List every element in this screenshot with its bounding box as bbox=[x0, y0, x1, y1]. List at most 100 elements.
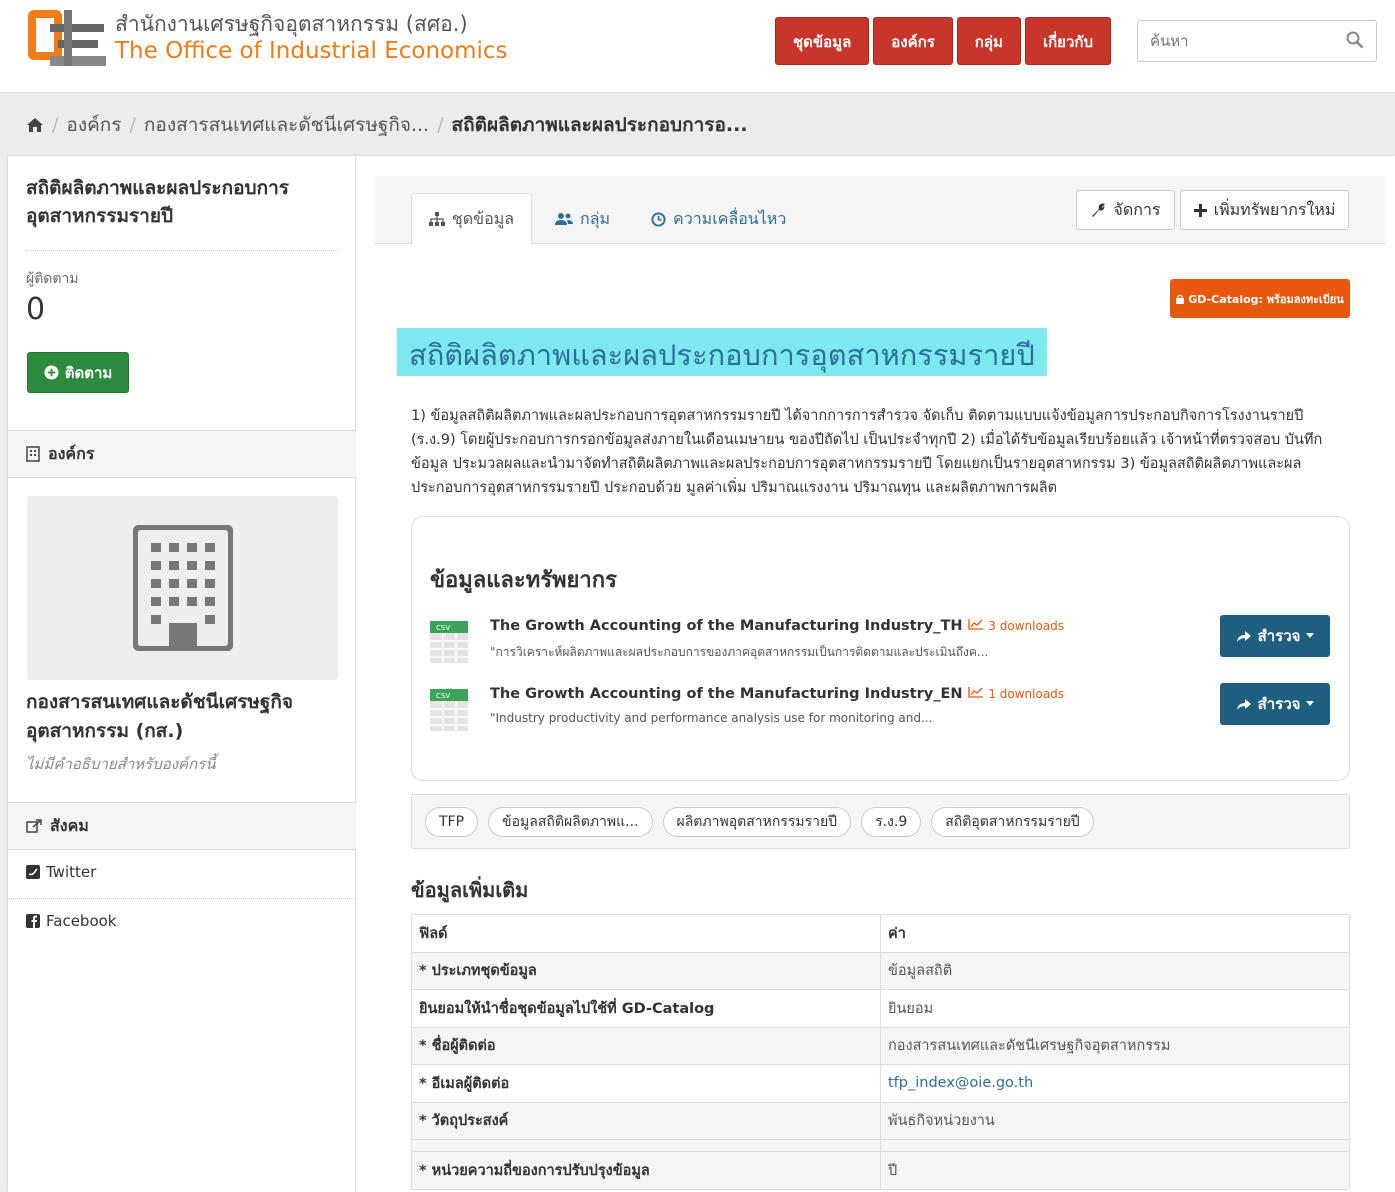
field-cell: * ชื่อผู้ติดต่อ bbox=[411, 1026, 881, 1065]
brand-english-name: The Office of Industrial Economics bbox=[115, 38, 508, 64]
value-cell: ปี bbox=[880, 1151, 1350, 1190]
tag[interactable]: ร.ง.9 bbox=[861, 806, 922, 837]
table-row: * ประเภทชุดข้อมูล ข้อมูลสถิติ bbox=[411, 951, 1350, 990]
resource-description: "Industry productivity and performance a… bbox=[490, 711, 933, 725]
table-row: * อีเมลผู้ติดต่อ tfp_index@oie.go.th bbox=[411, 1064, 1350, 1103]
explore-button-label: สำรวจ bbox=[1257, 695, 1301, 713]
breadcrumb-separator: / bbox=[52, 113, 59, 136]
wrench-icon bbox=[1092, 203, 1106, 217]
social-section-title: สังคม bbox=[50, 815, 89, 835]
breadcrumb-current[interactable]: สถิติผลิตภาพและผลประกอบการอ... bbox=[452, 110, 748, 140]
share-arrow-icon bbox=[1236, 698, 1251, 710]
table-row: * หน่วยความถี่ของการปรับปรุงข้อมูล ปี bbox=[411, 1151, 1350, 1190]
org-section-title: องค์กร bbox=[48, 443, 95, 463]
building-icon bbox=[26, 446, 40, 462]
search-input[interactable] bbox=[1138, 21, 1333, 61]
manage-button-label: จัดการ bbox=[1113, 199, 1161, 219]
tab-groups[interactable]: กลุ่ม bbox=[555, 193, 610, 245]
share-icon bbox=[26, 819, 42, 833]
sidebar: สถิติผลิตภาพและผลประกอบการอุตสาหกรรมรายป… bbox=[8, 156, 356, 1192]
field-cell: * วัตถุประสงค์ bbox=[411, 1101, 881, 1140]
breadcrumb-organizations[interactable]: องค์กร bbox=[66, 110, 121, 140]
value-cell: ยินยอม bbox=[880, 989, 1350, 1028]
additional-info-heading: ข้อมูลเพิ่มเติม bbox=[411, 878, 529, 902]
add-resource-label: เพิ่มทรัพยากรใหม่ bbox=[1213, 199, 1336, 219]
share-arrow-icon bbox=[1236, 630, 1251, 642]
home-icon[interactable] bbox=[26, 117, 44, 133]
manage-button[interactable]: จัดการ bbox=[1076, 190, 1175, 230]
download-count: 1 downloads bbox=[968, 687, 1064, 701]
field-cell: * หน่วยความถี่ของการปรับปรุงข้อมูล bbox=[411, 1151, 881, 1190]
field-cell: * ประเภทชุดข้อมูล bbox=[411, 951, 881, 990]
lock-icon bbox=[1176, 294, 1185, 304]
resource-name[interactable]: The Growth Accounting of the Manufacturi… bbox=[490, 686, 1064, 702]
tag-list: TFP ข้อมูลสถิติผลิตภาพแ... ผลิตภาพอุตสาห… bbox=[411, 794, 1350, 849]
social-section-header: สังคม bbox=[8, 802, 356, 850]
tab-activity[interactable]: ความเคลื่อนไหว bbox=[651, 193, 786, 245]
breadcrumb-separator: / bbox=[129, 113, 136, 136]
field-cell: ยินยอมให้นำชื่อชุดข้อมูลไปใช้ที่ GD-Cata… bbox=[411, 989, 881, 1028]
users-icon bbox=[555, 213, 573, 225]
site-header: สำนักงานเศรษฐกิจอุตสาหกรรม (สศอ.) The Of… bbox=[0, 0, 1395, 92]
nav-organizations[interactable]: องค์กร bbox=[873, 17, 953, 65]
nav-datasets[interactable]: ชุดข้อมูล bbox=[775, 17, 870, 65]
nav-groups[interactable]: กลุ่ม bbox=[956, 17, 1021, 65]
add-resource-button[interactable]: เพิ่มทรัพยากรใหม่ bbox=[1180, 190, 1349, 230]
follow-button-label: ติดตาม bbox=[64, 363, 113, 382]
divider bbox=[26, 250, 338, 251]
tab-groups-label: กลุ่ม bbox=[580, 208, 611, 228]
breadcrumb-org[interactable]: กองสารสนเทศและดัชนีเศรษฐกิจ... bbox=[144, 110, 429, 140]
table-spacer-row bbox=[411, 1139, 1350, 1152]
followers-count: 0 bbox=[26, 292, 46, 327]
gd-catalog-badge: GD-Catalog: พร้อมลงทะเบียน bbox=[1170, 279, 1350, 318]
building-icon bbox=[132, 525, 233, 651]
explore-button-label: สำรวจ bbox=[1257, 627, 1301, 645]
table-row: * ชื่อผู้ติดต่อ กองสารสนเทศและดัชนีเศรษฐ… bbox=[411, 1026, 1350, 1065]
sidebar-dataset-title: สถิติผลิตภาพและผลประกอบการอุตสาหกรรมรายป… bbox=[26, 177, 289, 227]
download-count: 3 downloads bbox=[968, 619, 1064, 633]
search-icon[interactable] bbox=[1346, 31, 1364, 49]
brand-thai-name: สำนักงานเศรษฐกิจอุตสาหกรรม (สศอ.) bbox=[115, 12, 468, 36]
breadcrumb-separator: / bbox=[437, 113, 444, 136]
chart-line-icon bbox=[968, 619, 984, 630]
contact-email-link[interactable]: tfp_index@oie.go.th bbox=[880, 1064, 1350, 1103]
twitter-label: Twitter bbox=[46, 863, 97, 881]
org-image[interactable] bbox=[27, 496, 338, 680]
nav-about[interactable]: เกี่ยวกับ bbox=[1024, 17, 1111, 65]
additional-info-table: ฟิลด์ ค่า * ประเภทชุดข้อมูล ข้อมูลสถิติ … bbox=[411, 914, 1350, 1190]
resources-heading: ข้อมูลและทรัพยากร bbox=[430, 568, 617, 593]
twitter-link[interactable]: Twitter bbox=[26, 863, 96, 881]
org-name[interactable]: กองสารสนเทศและดัชนีเศรษฐกิจอุตสาหกรรม (ก… bbox=[26, 688, 336, 746]
oie-logo[interactable] bbox=[28, 10, 108, 72]
resource-item: CSV The Growth Accounting of the Manufac… bbox=[430, 615, 1330, 669]
dataset-description: 1) ข้อมูลสถิติผลิตภาพและผลประกอบการอุตสา… bbox=[411, 408, 1323, 496]
facebook-link[interactable]: Facebook bbox=[26, 912, 116, 930]
column-header-value: ค่า bbox=[880, 914, 1350, 953]
follow-button[interactable]: ติดตาม bbox=[27, 352, 129, 393]
tag[interactable]: สถิติอุตสาหกรรมรายปี bbox=[931, 806, 1094, 837]
breadcrumb: / องค์กร / กองสารสนเทศและดัชนีเศรษฐกิจ..… bbox=[0, 92, 1395, 156]
dataset-title: สถิติผลิตภาพและผลประกอบการอุตสาหกรรมรายป… bbox=[397, 328, 1047, 376]
value-cell: พันธกิจหน่วยงาน bbox=[880, 1101, 1350, 1140]
resource-name[interactable]: The Growth Accounting of the Manufacturi… bbox=[490, 618, 1064, 634]
tag[interactable]: ผลิตภาพอุตสาหกรรมรายปี bbox=[662, 806, 852, 837]
chart-line-icon bbox=[968, 687, 984, 698]
field-cell: * อีเมลผู้ติดต่อ bbox=[411, 1064, 881, 1103]
org-section-header: องค์กร bbox=[8, 430, 356, 478]
tag[interactable]: TFP bbox=[425, 806, 479, 837]
column-header-field: ฟิลด์ bbox=[411, 914, 881, 953]
tag[interactable]: ข้อมูลสถิติผลิตภาพแ... bbox=[488, 806, 653, 837]
clock-icon bbox=[651, 211, 666, 227]
followers-label: ผู้ติดตาม bbox=[26, 271, 79, 287]
value-cell: กองสารสนเทศและดัชนีเศรษฐกิจอุตสาหกรรม bbox=[880, 1026, 1350, 1065]
gd-catalog-badge-label: GD-Catalog: พร้อมลงทะเบียน bbox=[1188, 292, 1344, 306]
tab-bar: ชุดข้อมูล กลุ่ม ความเคลื่อนไหว จัดการ เพ… bbox=[375, 176, 1385, 245]
explore-button[interactable]: สำรวจ bbox=[1220, 615, 1330, 657]
value-cell: ข้อมูลสถิติ bbox=[880, 951, 1350, 990]
resource-description: "การวิเคราะห์ผลิตภาพและผลประกอบการของภาค… bbox=[490, 645, 989, 659]
main-nav: ชุดข้อมูล องค์กร กลุ่ม เกี่ยวกับ bbox=[775, 17, 1111, 65]
facebook-icon bbox=[26, 914, 40, 928]
tab-datasets[interactable]: ชุดข้อมูล bbox=[411, 193, 532, 245]
explore-button[interactable]: สำรวจ bbox=[1220, 683, 1330, 725]
table-row: ยินยอมให้นำชื่อชุดข้อมูลไปใช้ที่ GD-Cata… bbox=[411, 989, 1350, 1028]
